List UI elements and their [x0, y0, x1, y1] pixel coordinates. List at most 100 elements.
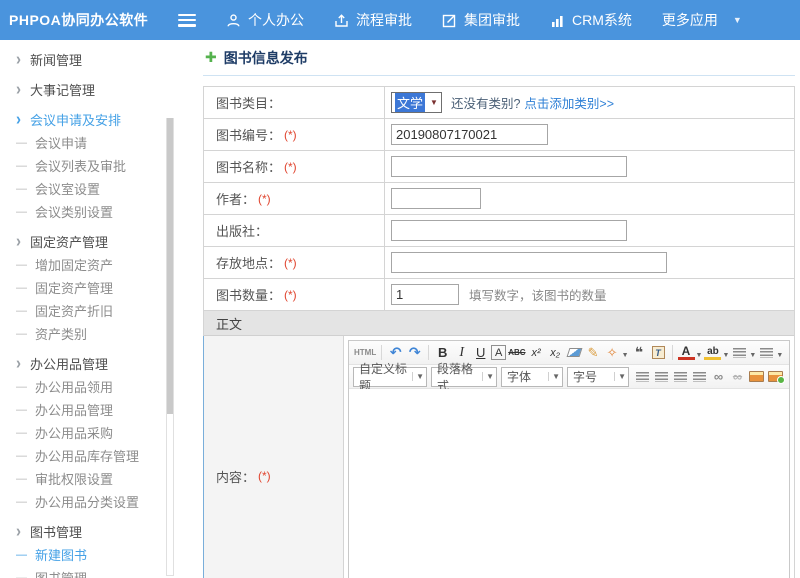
sidebar-item-supplies-purchase[interactable]: —办公用品采购: [16, 421, 203, 444]
remove-link-button[interactable]: ∞: [729, 367, 746, 387]
font-color-button[interactable]: A: [678, 345, 695, 360]
dash-icon: —: [16, 473, 27, 485]
custom-title-select[interactable]: 自定义标题▼: [353, 367, 427, 387]
caret-down-icon[interactable]: ▼: [749, 352, 756, 359]
caret-down-icon[interactable]: ▼: [776, 352, 783, 359]
editor-content-area[interactable]: [349, 389, 789, 578]
font-size-select[interactable]: 字号▼: [567, 367, 629, 387]
sidebar-item-supplies-management[interactable]: —办公用品管理: [16, 398, 203, 421]
main-content: ✚ 图书信息发布 图书类目： 文学 ▼ 还没有类别? 点击添加类别>> 图书编号…: [203, 40, 795, 578]
align-justify-button[interactable]: [691, 367, 708, 387]
content-label: 内容：: [216, 467, 255, 486]
caret-down-icon: ▼: [482, 372, 494, 381]
font-family-select[interactable]: 字体▼: [501, 367, 563, 387]
sidebar-item-fixed-asset-depreciation[interactable]: —固定资产折旧: [16, 299, 203, 322]
align-right-button[interactable]: [672, 367, 689, 387]
sidebar-section-news[interactable]: ›新闻管理: [16, 48, 203, 71]
dash-icon: —: [16, 549, 27, 561]
sidebar-item-supplies-inventory[interactable]: —办公用品库存管理: [16, 444, 203, 467]
nav-crm-system[interactable]: CRM系统: [550, 10, 632, 30]
caret-down-icon[interactable]: ▼: [722, 352, 729, 359]
page-title: ✚ 图书信息发布: [203, 40, 795, 76]
nav-personal-office[interactable]: 个人办公: [226, 10, 304, 30]
publisher-input[interactable]: [391, 220, 627, 241]
author-label: 作者：: [216, 189, 255, 208]
insert-image-button[interactable]: [748, 367, 765, 387]
sidebar-scrollbar-thumb[interactable]: [167, 118, 173, 414]
editor-toolbar-row1: HTML ↶ ↷ B I U A ABC x² x₂ ✎: [349, 341, 789, 365]
sidebar-section-memorabilia[interactable]: ›大事记管理: [16, 78, 203, 101]
blockquote-button[interactable]: ❝: [631, 343, 648, 363]
app-logo[interactable]: PHPOA协同办公软件: [0, 10, 178, 30]
paragraph-format-select[interactable]: 段落格式▼: [431, 367, 497, 387]
align-center-button[interactable]: [653, 367, 670, 387]
sidebar-item-supplies-requisition[interactable]: —办公用品领用: [16, 375, 203, 398]
sidebar-item-meeting-apply[interactable]: —会议申请: [16, 131, 203, 154]
caret-down-icon: ▼: [430, 98, 438, 107]
caret-down-icon[interactable]: ▼: [696, 352, 703, 359]
category-hint: 还没有类别?: [451, 93, 520, 112]
sidebar-item-approval-permission-settings[interactable]: —审批权限设置: [16, 467, 203, 490]
caret-down-icon: ▼: [733, 15, 742, 25]
nav-group-approval[interactable]: 集团审批: [442, 10, 520, 30]
nav-item-label: 流程审批: [356, 10, 412, 30]
book-category-select[interactable]: 文学 ▼: [391, 92, 442, 113]
format-brush-button[interactable]: ✎: [585, 343, 602, 363]
book-no-input[interactable]: [391, 124, 548, 145]
insert-photo-button[interactable]: [767, 367, 784, 387]
sidebar-item-supplies-classification[interactable]: —办公用品分类设置: [16, 490, 203, 513]
chevron-right-icon: ›: [16, 233, 21, 250]
sidebar-item-fixed-asset-management[interactable]: —固定资产管理: [16, 276, 203, 299]
chevron-right-icon: ›: [16, 355, 21, 372]
align-left-button[interactable]: [634, 367, 651, 387]
ordered-list-icon: [733, 348, 746, 358]
toolbar-separator: [672, 345, 673, 360]
plus-icon: ✚: [205, 49, 217, 66]
sidebar-section-office-supplies[interactable]: ›办公用品管理: [16, 352, 203, 375]
font-border-button[interactable]: A: [491, 345, 506, 360]
unordered-list-button[interactable]: [758, 343, 775, 363]
sidebar-item-new-book[interactable]: —新建图书: [16, 543, 203, 566]
align-right-icon: [674, 372, 687, 382]
author-input[interactable]: [391, 188, 481, 209]
image-icon: [749, 371, 764, 382]
sidebar-section-books[interactable]: ›图书管理: [16, 520, 203, 543]
sidebar-item-meeting-category-settings[interactable]: —会议类别设置: [16, 200, 203, 223]
sidebar-section-meeting[interactable]: ›会议申请及安排: [16, 108, 203, 131]
superscript-button[interactable]: x²: [528, 343, 545, 363]
redo-button[interactable]: ↷: [406, 343, 423, 363]
location-input[interactable]: [391, 252, 667, 273]
selected-category: 文学: [395, 93, 425, 112]
caret-down-icon[interactable]: ▼: [622, 352, 629, 359]
quantity-input[interactable]: [391, 284, 459, 305]
menu-toggle-button[interactable]: [178, 14, 196, 27]
person-icon: [226, 13, 241, 28]
sidebar-item-meeting-list-approval[interactable]: —会议列表及审批: [16, 154, 203, 177]
nav-workflow-approval[interactable]: 流程审批: [334, 10, 412, 30]
eraser-button[interactable]: [566, 343, 583, 363]
strikethrough-button[interactable]: ABC: [508, 343, 525, 363]
sidebar-section-fixed-assets[interactable]: ›固定资产管理: [16, 230, 203, 253]
book-name-input[interactable]: [391, 156, 627, 177]
subscript-button[interactable]: x₂: [547, 343, 564, 363]
sidebar-item-book-management[interactable]: —图书管理: [16, 566, 203, 578]
sidebar-item-meeting-room-settings[interactable]: —会议室设置: [16, 177, 203, 200]
edit-square-icon: [442, 13, 457, 28]
form-row-content: 内容：(*) HTML ↶ ↷ B I U A ABC x²: [203, 336, 794, 578]
toolbar-separator: [428, 345, 429, 360]
highlight-color-button[interactable]: ab: [704, 345, 721, 360]
sidebar-item-asset-category[interactable]: —资产类别: [16, 322, 203, 345]
sidebar-item-add-fixed-asset[interactable]: —增加固定资产: [16, 253, 203, 276]
align-center-icon: [655, 372, 668, 382]
body-section-header: 正文: [204, 311, 794, 336]
location-label: 存放地点：: [216, 253, 281, 272]
nav-more-apps[interactable]: 更多应用 ▼: [662, 10, 742, 30]
insert-link-button[interactable]: ∞: [710, 367, 727, 387]
paste-text-button[interactable]: T: [650, 343, 667, 363]
chevron-right-icon: ›: [16, 111, 21, 128]
add-category-link[interactable]: 点击添加类别>>: [524, 93, 614, 112]
auto-typeset-button[interactable]: ✧: [604, 343, 621, 363]
chevron-right-icon: ›: [16, 81, 21, 98]
form-row-book-name: 图书名称：(*): [204, 151, 794, 183]
ordered-list-button[interactable]: [731, 343, 748, 363]
